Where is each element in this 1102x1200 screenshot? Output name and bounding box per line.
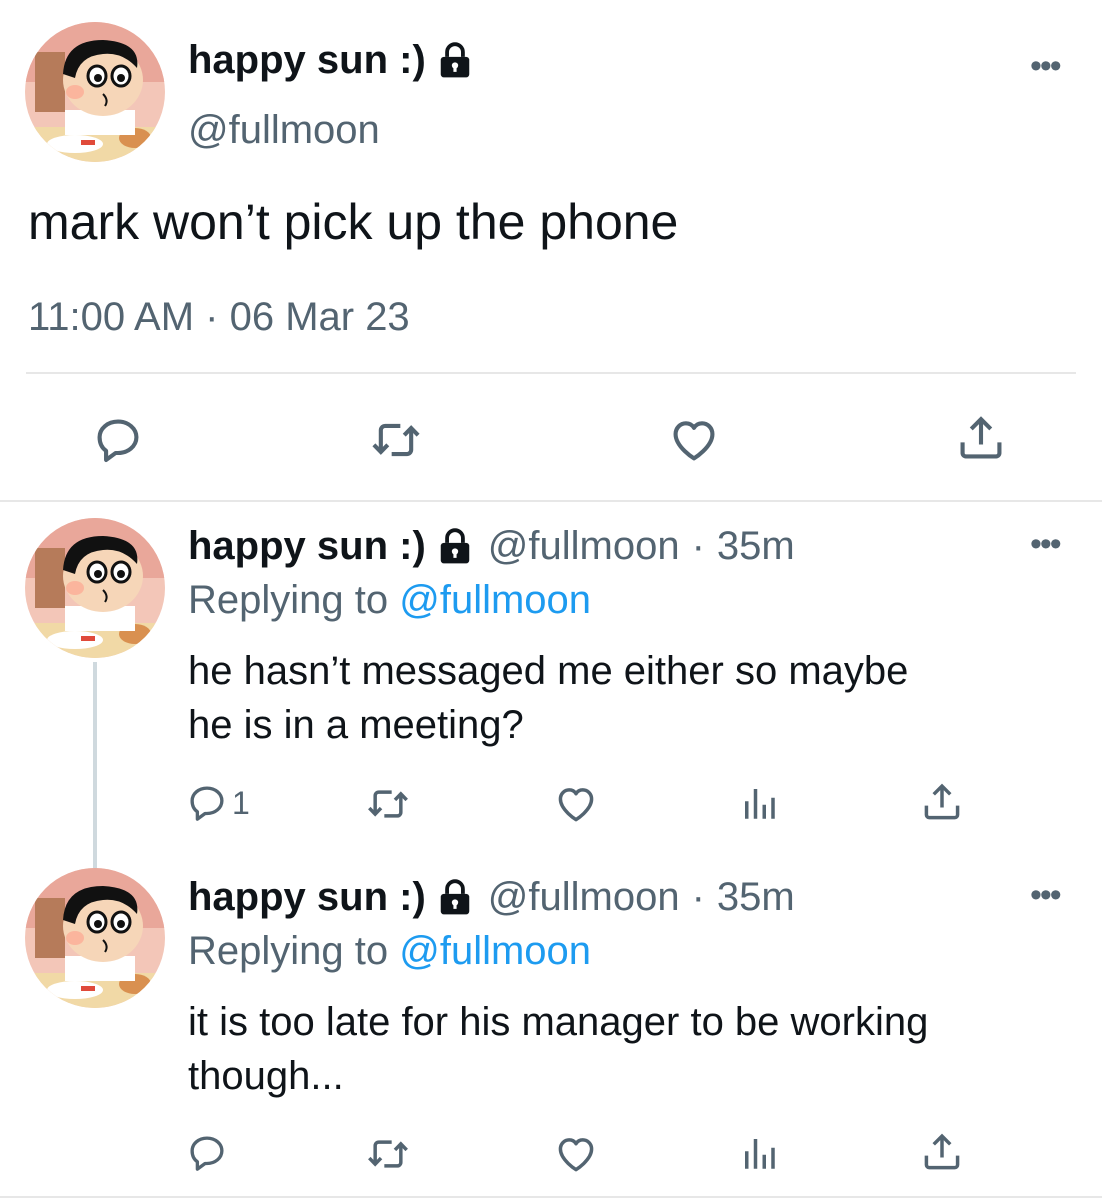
avatar[interactable] [25,518,165,658]
like-button[interactable] [554,1132,598,1176]
display-name[interactable]: happy sun :) [188,873,426,921]
avatar[interactable] [25,22,165,162]
more-icon[interactable]: ••• [1030,878,1062,912]
avatar[interactable] [25,868,165,1008]
like-icon [668,414,720,466]
retweet-button[interactable] [366,1132,410,1176]
handle[interactable]: @fullmoon [188,106,380,154]
share-icon [920,780,964,824]
retweet-button[interactable] [370,414,422,466]
reply-icon [92,414,144,466]
reply-text-line: though... [188,1054,344,1098]
tweet-text: mark won’t pick up the phone [28,194,679,250]
lock-icon [436,878,474,916]
handle[interactable]: @fullmoon [488,522,680,570]
handle[interactable]: @fullmoon [488,873,680,921]
replying-to-label: Replying to [188,578,389,622]
more-icon[interactable]: ••• [1030,527,1062,561]
like-icon [554,1132,598,1176]
reply-text-line: he is in a meeting? [188,703,524,747]
display-name[interactable]: happy sun :) [188,522,426,570]
share-button[interactable] [920,1130,964,1174]
views-button[interactable] [738,1132,780,1174]
lock-icon [436,527,474,565]
divider [0,1196,1102,1198]
views-icon [738,1132,780,1174]
reply-time[interactable]: 35m [717,522,795,570]
replying-to-label: Replying to [188,929,389,973]
like-button[interactable] [668,414,720,466]
retweet-icon [366,782,410,826]
divider [0,500,1102,502]
views-button[interactable] [738,782,780,824]
like-icon [554,782,598,826]
more-icon[interactable]: ••• [1030,49,1062,83]
like-button[interactable] [554,782,598,826]
reply-button[interactable] [92,414,144,466]
views-icon [738,782,780,824]
reply-time[interactable]: 35m [717,873,795,921]
retweet-icon [366,1132,410,1176]
reply-button[interactable] [186,1132,232,1174]
separator: · [691,875,705,919]
replying-to-handle[interactable]: @fullmoon [399,578,591,622]
replying-to-handle[interactable]: @fullmoon [399,929,591,973]
tweet-timestamp[interactable]: 11:00 AM · 06 Mar 23 [28,292,410,342]
share-icon [955,412,1007,464]
reply-button[interactable]: 1 [186,782,250,824]
share-button[interactable] [920,780,964,824]
display-name[interactable]: happy sun :) [188,36,426,84]
retweet-button[interactable] [366,782,410,826]
reply-count: 1 [232,784,250,821]
reply-text-line: he hasn’t messaged me either so maybe [188,649,909,693]
reply-text-line: it is too late for his manager to be wor… [188,1000,929,1044]
thread-connector [93,662,97,868]
retweet-icon [370,414,422,466]
divider [26,372,1076,374]
share-icon [920,1130,964,1174]
share-button[interactable] [955,412,1007,464]
reply-icon [186,1132,228,1174]
separator: · [691,524,705,568]
lock-icon [436,41,474,79]
reply-icon [186,782,228,824]
